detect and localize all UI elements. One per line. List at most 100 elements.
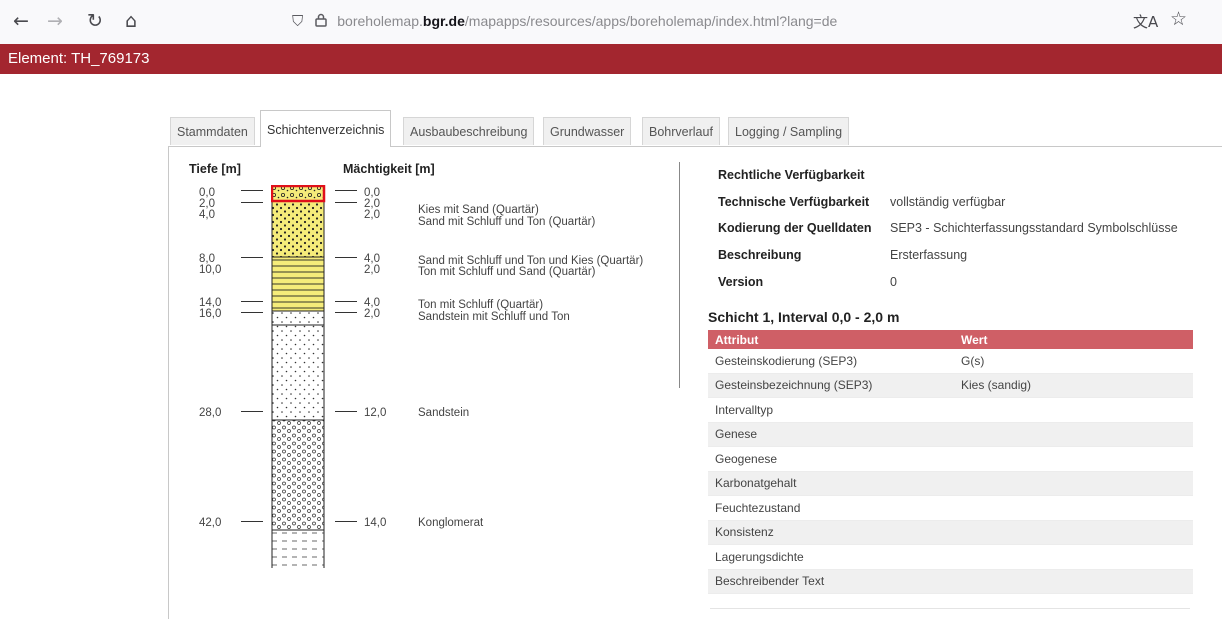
thickness-header: Mächtigkeit [m] [343, 162, 435, 176]
bookmark-star-icon[interactable]: ☆ [1170, 8, 1187, 30]
tab-bar: Stammdaten Schichtenverzeichnis Ausbaube… [168, 110, 1222, 147]
table-header-row: Attribut Wert [708, 330, 1193, 349]
details-panel: Stammdaten Schichtenverzeichnis Ausbaube… [168, 110, 1222, 619]
thickness-tick [335, 257, 357, 258]
info-key: Technische Verfügbarkeit [718, 195, 870, 209]
lock-icon[interactable] [315, 13, 328, 30]
depth-label: 16,0 [199, 308, 222, 320]
depth-label: 28,0 [199, 407, 222, 419]
lithology-column[interactable] [271, 185, 331, 570]
depth-tick [241, 411, 263, 412]
column-separator [679, 162, 680, 388]
layer-pattern [272, 325, 324, 420]
divider [710, 608, 1190, 609]
thickness-tick [335, 190, 357, 191]
info-value: Ersterfassung [890, 248, 968, 262]
table-row: Beschreibender Text [708, 569, 1193, 594]
layer-description: Ton mit Schluff und Sand (Quartär) [418, 266, 596, 278]
reload-icon[interactable]: ↻ [80, 6, 110, 36]
depth-tick [241, 521, 263, 522]
table-row: Lagerungsdichte [708, 544, 1193, 570]
table-cell [954, 495, 1193, 521]
table-cell [954, 446, 1193, 472]
depth-header: Tiefe [m] [189, 162, 241, 176]
panel-border [168, 146, 169, 619]
thickness-label: 14,0 [364, 517, 387, 529]
column-header-wert: Wert [954, 330, 1193, 349]
layer-pattern [272, 311, 324, 325]
table-row: Konsistenz [708, 520, 1193, 545]
depth-label: 42,0 [199, 517, 222, 529]
depth-tick [241, 312, 263, 313]
thickness-tick [335, 312, 357, 313]
tab-ausbaubeschreibung[interactable]: Ausbaubeschreibung [403, 117, 535, 145]
layer-pattern [272, 187, 324, 201]
table-cell: Genese [708, 422, 954, 447]
back-icon[interactable]: ← [6, 6, 36, 36]
home-icon[interactable]: ⌂ [116, 6, 146, 36]
table-cell: G(s) [954, 349, 1193, 374]
layer-pattern [272, 420, 324, 530]
tab-logging-sampling[interactable]: Logging / Sampling [728, 117, 850, 145]
table-cell [954, 422, 1193, 447]
url-bar[interactable]: ⛉ boreholemap.bgr.de/mapapps/resources/a… [280, 5, 1100, 37]
table-cell [954, 520, 1193, 545]
thickness-tick [335, 411, 357, 412]
layer-pattern [272, 201, 324, 221]
layer-pattern [272, 221, 324, 257]
translate-icon[interactable]: 文A [1133, 11, 1158, 32]
depth-tick [241, 202, 263, 203]
element-title-bar: Element: TH_769173 [0, 44, 1222, 74]
table-row: Genese [708, 422, 1193, 447]
table-cell [954, 397, 1193, 423]
thickness-label: 12,0 [364, 407, 387, 419]
layer-description: Sandstein mit Schluff und Ton [418, 311, 570, 323]
table-row: Intervalltyp [708, 397, 1193, 423]
table-cell [954, 544, 1193, 570]
tab-stammdaten[interactable]: Stammdaten [170, 117, 255, 145]
browser-toolbar: ← → ↻ ⌂ ⛉ boreholemap.bgr.de/mapapps/res… [0, 0, 1222, 45]
table-cell [954, 569, 1193, 594]
info-value: vollständig verfügbar [890, 195, 1006, 209]
table-cell: Geogenese [708, 446, 954, 472]
layer-description: Sandstein [418, 407, 470, 419]
thickness-label: 2,0 [364, 209, 380, 221]
table-cell: Karbonatgehalt [708, 471, 954, 496]
depth-label: 4,0 [199, 209, 215, 221]
tab-bohrverlauf[interactable]: Bohrverlauf [642, 117, 720, 145]
layer-description: Konglomerat [418, 517, 484, 529]
table-row: Feuchtezustand [708, 495, 1193, 521]
layer-pattern [272, 297, 324, 311]
thickness-tick [335, 202, 357, 203]
table-cell: Kies (sandig) [954, 373, 1193, 398]
table-row: Geogenese [708, 446, 1193, 472]
thickness-tick [335, 301, 357, 302]
info-key: Rechtliche Verfügbarkeit [718, 168, 865, 182]
depth-tick [241, 301, 263, 302]
column-header-attribut: Attribut [708, 330, 954, 349]
layer-title: Schicht 1, Interval 0,0 - 2,0 m [708, 309, 900, 325]
info-value: SEP3 - Schichterfassungsstandard Symbols… [890, 221, 1178, 235]
thickness-label: 2,0 [364, 264, 380, 276]
layer-description: Sand mit Schluff und Ton (Quartär) [418, 216, 596, 228]
layer-pattern [272, 530, 324, 568]
info-key: Kodierung der Quelldaten [718, 221, 872, 235]
table-cell: Lagerungsdichte [708, 544, 954, 570]
table-row: Gesteinsbezeichnung (SEP3) Kies (sandig) [708, 373, 1193, 398]
depth-tick [241, 257, 263, 258]
layer-pattern [272, 257, 324, 297]
thickness-label: 2,0 [364, 308, 380, 320]
table-cell: Konsistenz [708, 520, 954, 545]
element-title: Element: TH_769173 [8, 50, 150, 67]
forward-icon[interactable]: → [40, 6, 70, 36]
info-value: 0 [890, 275, 897, 289]
depth-tick [241, 190, 263, 191]
shield-icon[interactable]: ⛉ [292, 12, 303, 30]
tab-grundwasser[interactable]: Grundwasser [543, 117, 632, 145]
table-cell [954, 471, 1193, 496]
tab-schichtenverzeichnis[interactable]: Schichtenverzeichnis [260, 110, 392, 147]
table-row: Karbonatgehalt [708, 471, 1193, 496]
attribute-table: Attribut Wert Gesteinskodierung (SEP3) G(… [708, 330, 1193, 594]
layer-description: Kies mit Sand (Quartär) [418, 204, 539, 216]
info-key: Beschreibung [718, 248, 802, 262]
